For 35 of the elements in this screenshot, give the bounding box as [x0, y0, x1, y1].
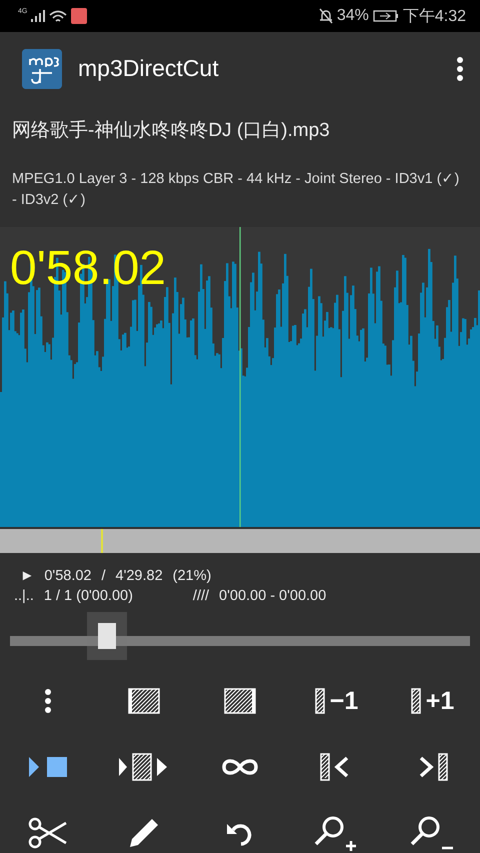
play-button[interactable]: [27, 755, 69, 779]
file-name: 网络歌手-神仙水咚咚咚DJ (口白).mp3: [11, 119, 331, 143]
hatched-bar-icon: [314, 687, 326, 715]
current-time: 0'58.02: [44, 568, 92, 584]
slider-thumb[interactable]: [98, 623, 116, 649]
total-time: 4'29.82: [116, 568, 163, 584]
next-button[interactable]: +1: [410, 686, 454, 716]
edit-button[interactable]: [128, 817, 160, 849]
selection-marker: ////: [192, 588, 210, 604]
zoom-out-button[interactable]: [409, 814, 455, 852]
battery-percent: 34%: [336, 7, 369, 25]
percent-label: (21%): [172, 568, 212, 584]
select-right-button[interactable]: [223, 687, 257, 715]
wifi-icon: [49, 10, 68, 22]
clock: 下午4:32: [402, 6, 466, 26]
cue-marker: ..|..: [14, 588, 34, 604]
menu-button[interactable]: [44, 688, 52, 714]
muted-bell-icon: [318, 8, 333, 24]
waveform-drawing[interactable]: [0, 227, 480, 527]
play-marker: ►: [20, 568, 34, 584]
selection-range: 0'00.00 - 0'00.00: [219, 588, 326, 604]
zoom-in-button[interactable]: [313, 814, 359, 852]
app-icon: [71, 8, 88, 24]
hatched-bar-icon: [410, 687, 422, 715]
select-left-button[interactable]: [127, 687, 161, 715]
app-title: mp3DirectCut: [78, 55, 220, 82]
app-logo-icon: [22, 48, 62, 88]
overflow-menu-icon[interactable]: [456, 56, 464, 82]
file-info: MPEG1.0 Layer 3 - 128 kbps CBR - 44 kHz - Joint Stereo - ID3v1 (✓) - ID3v2 (✓): [11, 170, 460, 210]
cue-count: 1 / 1 (0'00.00): [44, 588, 133, 604]
time-separator: /: [101, 568, 106, 584]
cut-button[interactable]: [28, 817, 68, 849]
battery-charging-icon: [372, 10, 399, 22]
prev-button[interactable]: −1: [314, 686, 358, 716]
signal-icon: [31, 10, 46, 22]
